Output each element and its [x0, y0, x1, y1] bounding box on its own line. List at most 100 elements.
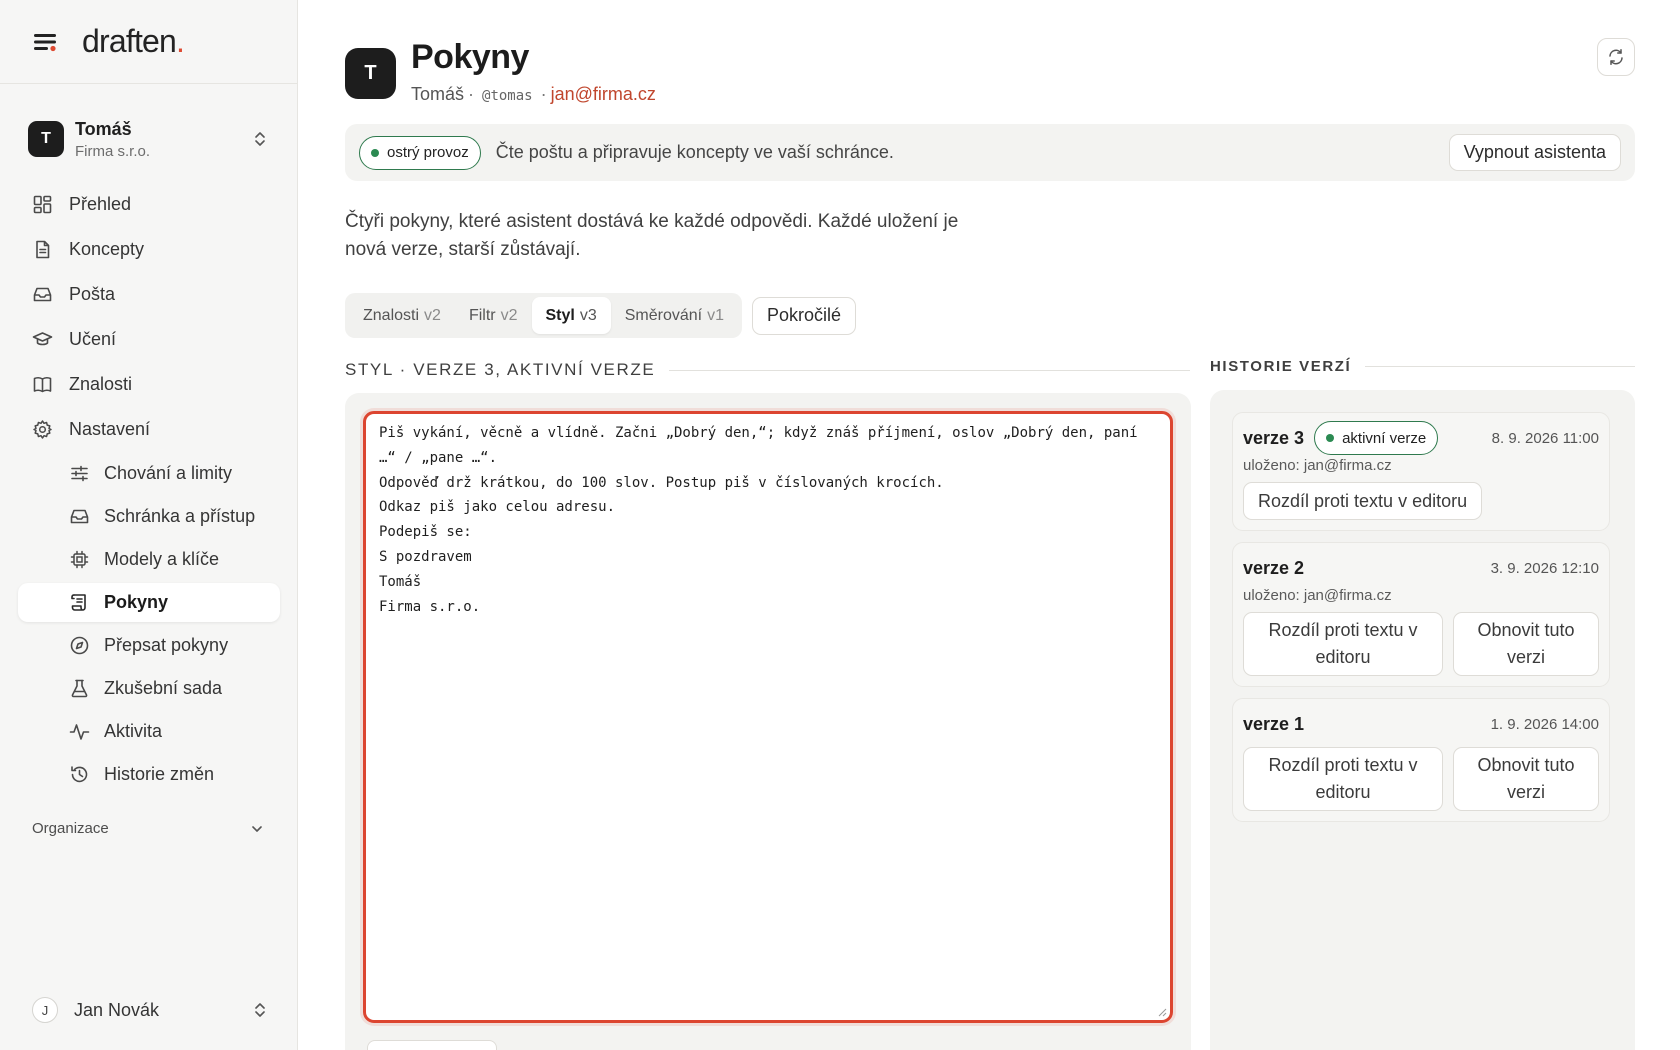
main-nav: Přehled Koncepty Pošta Učení Znalosti Na… [0, 184, 297, 794]
instructions-editor[interactable]: Piš vykání, věcně a vlídně. Začni „Dobrý… [363, 411, 1173, 1023]
user-menu[interactable]: J Jan Novák [32, 988, 268, 1032]
account-switcher[interactable]: T Tomáš Firma s.r.o. [28, 114, 272, 164]
owner-name: Tomáš [411, 84, 465, 104]
version-label: verze 1 [1243, 713, 1305, 734]
history-heading-label: HISTORIE VERZÍ [1210, 358, 1352, 375]
editor-card: Piš vykání, věcně a vlídně. Začni „Dobrý… [345, 393, 1191, 1050]
save-button[interactable] [367, 1040, 497, 1050]
advanced-button[interactable]: Pokročilé [752, 296, 857, 335]
version-date: 1. 9. 2026 14:00 [1490, 715, 1599, 733]
gear-icon [32, 419, 53, 440]
version-date: 8. 9. 2026 11:00 [1491, 429, 1599, 447]
nav-item-nastaveni[interactable]: Nastavení [18, 409, 280, 450]
page-subtitle: Tomáš · @tomas · jan@firma.cz [411, 84, 656, 105]
grid-icon [32, 194, 53, 215]
version-saved-by: uloženo: jan@firma.cz [1243, 587, 1392, 604]
document-icon [32, 239, 53, 260]
nav-label: Přepsat pokyny [104, 635, 229, 655]
flask-icon [69, 678, 90, 699]
chevron-up-down-icon [252, 1001, 268, 1019]
brand-logo[interactable]: draften. [82, 23, 185, 60]
nav-item-prepsat-pokyny[interactable]: Přepsat pokyny [18, 626, 280, 665]
tab-version: v3 [579, 306, 597, 324]
diff-button[interactable]: Rozdíl proti textu v editoru [1243, 482, 1483, 520]
tab-znalosti[interactable]: Znalosti v2 [349, 297, 455, 334]
version-card-1: verze 1 1. 9. 2026 14:00 Rozdíl proti te… [1232, 698, 1610, 822]
brand-bar: draften. [0, 0, 297, 84]
diff-button[interactable]: Rozdíl proti textu v editoru [1243, 612, 1443, 676]
disable-assistant-button[interactable]: Vypnout asistenta [1448, 134, 1621, 171]
chip-icon [69, 549, 90, 570]
nav-label: Modely a klíče [104, 549, 220, 569]
status-badge-label: ostrý provoz [387, 144, 469, 161]
graduation-cap-icon [32, 329, 53, 350]
inbox-icon [32, 284, 53, 305]
owner-handle: @tomas [482, 88, 533, 104]
activity-icon [69, 721, 90, 742]
nav-label: Schránka a přístup [104, 506, 256, 526]
intro-text: Čtyři pokyny, které asistent dostává ke … [345, 211, 959, 260]
version-date: 3. 9. 2026 12:10 [1490, 559, 1599, 577]
tab-version: v2 [424, 306, 441, 324]
page-title: Pokyny [411, 38, 529, 76]
nav-item-modely-a-klice[interactable]: Modely a klíče [18, 540, 280, 579]
menu-icon[interactable] [32, 28, 60, 56]
nav-item-schranka-a-pristup[interactable]: Schránka a přístup [18, 497, 280, 536]
section-organizace[interactable]: Organizace [32, 820, 264, 837]
resize-handle-icon[interactable] [1157, 1007, 1167, 1017]
sliders-icon [69, 463, 90, 484]
compass-icon [69, 635, 90, 656]
nav-item-znalosti[interactable]: Znalosti [18, 364, 280, 405]
separator: · [468, 84, 475, 104]
section-label: Organizace [32, 820, 109, 837]
tabs-row: Znalosti v2 Filtr v2 Styl v3 Směrování v1 Po… [345, 293, 857, 338]
badge-label: aktivní verze [1342, 429, 1427, 447]
nav-item-aktivita[interactable]: Aktivita [18, 712, 280, 751]
nav-item-chovani-a-limity[interactable]: Chování a limity [18, 454, 280, 493]
tab-label: Styl [545, 306, 575, 324]
version-history-panel: verze 3 aktivní verze 8. 9. 2026 11:00 u… [1210, 390, 1635, 1050]
status-text: Čte poštu a připravuje koncepty ve vaší … [495, 142, 894, 162]
tab-version: v1 [707, 306, 725, 324]
tab-filtr[interactable]: Filtr v2 [455, 297, 532, 334]
restore-version-button[interactable]: Obnovit tuto verzi [1453, 612, 1599, 676]
nav-label: Historie změn [104, 764, 215, 784]
nav-item-zkusebni-sada[interactable]: Zkušební sada [18, 669, 280, 708]
owner-email-link[interactable]: jan@firma.cz [551, 84, 656, 105]
history-icon [69, 764, 90, 785]
nav-item-prehled[interactable]: Přehled [18, 184, 280, 225]
scroll-icon [69, 592, 90, 613]
refresh-button[interactable] [1597, 38, 1635, 76]
divider [1365, 366, 1635, 367]
instructions-textarea[interactable]: Piš vykání, věcně a vlídně. Začni „Dobrý… [379, 421, 1158, 1010]
divider [669, 369, 1190, 371]
status-badge: ostrý provoz [359, 135, 481, 170]
tab-version: v2 [500, 306, 518, 324]
chevron-down-icon [250, 822, 264, 836]
status-dot [371, 148, 379, 157]
restore-version-button[interactable]: Obnovit tuto verzi [1453, 747, 1599, 811]
nav-label: Učení [69, 329, 117, 349]
user-avatar: J [32, 997, 58, 1023]
nav-label: Aktivita [104, 721, 163, 741]
nav-item-uceni[interactable]: Učení [18, 319, 280, 360]
user-name: Jan Novák [74, 999, 160, 1020]
tab-smerovani[interactable]: Směrování v1 [611, 297, 738, 334]
tab-label: Znalosti [363, 306, 420, 324]
account-name: Tomáš [75, 118, 132, 139]
active-version-badge: aktivní verze [1314, 421, 1439, 455]
nav-item-posta[interactable]: Pošta [18, 274, 280, 315]
version-label: verze 3 [1243, 427, 1305, 448]
version-card-2: verze 2 3. 9. 2026 12:10 uloženo: jan@fi… [1232, 542, 1610, 687]
account-avatar: T [28, 121, 64, 157]
history-heading: HISTORIE VERZÍ [1210, 358, 1635, 375]
nav-item-historie-zmen[interactable]: Historie změn [18, 755, 280, 794]
nav-item-koncepty[interactable]: Koncepty [18, 229, 280, 270]
diff-button[interactable]: Rozdíl proti textu v editoru [1243, 747, 1443, 811]
nav-item-pokyny[interactable]: Pokyny [18, 583, 280, 622]
book-icon [32, 374, 53, 395]
instruction-tabs: Znalosti v2 Filtr v2 Styl v3 Směrování v1 [345, 293, 743, 338]
page-avatar: T [345, 48, 396, 99]
editor-heading: STYL · VERZE 3, AKTIVNÍ VERZE [345, 360, 1190, 380]
tab-styl[interactable]: Styl v3 [531, 297, 611, 334]
